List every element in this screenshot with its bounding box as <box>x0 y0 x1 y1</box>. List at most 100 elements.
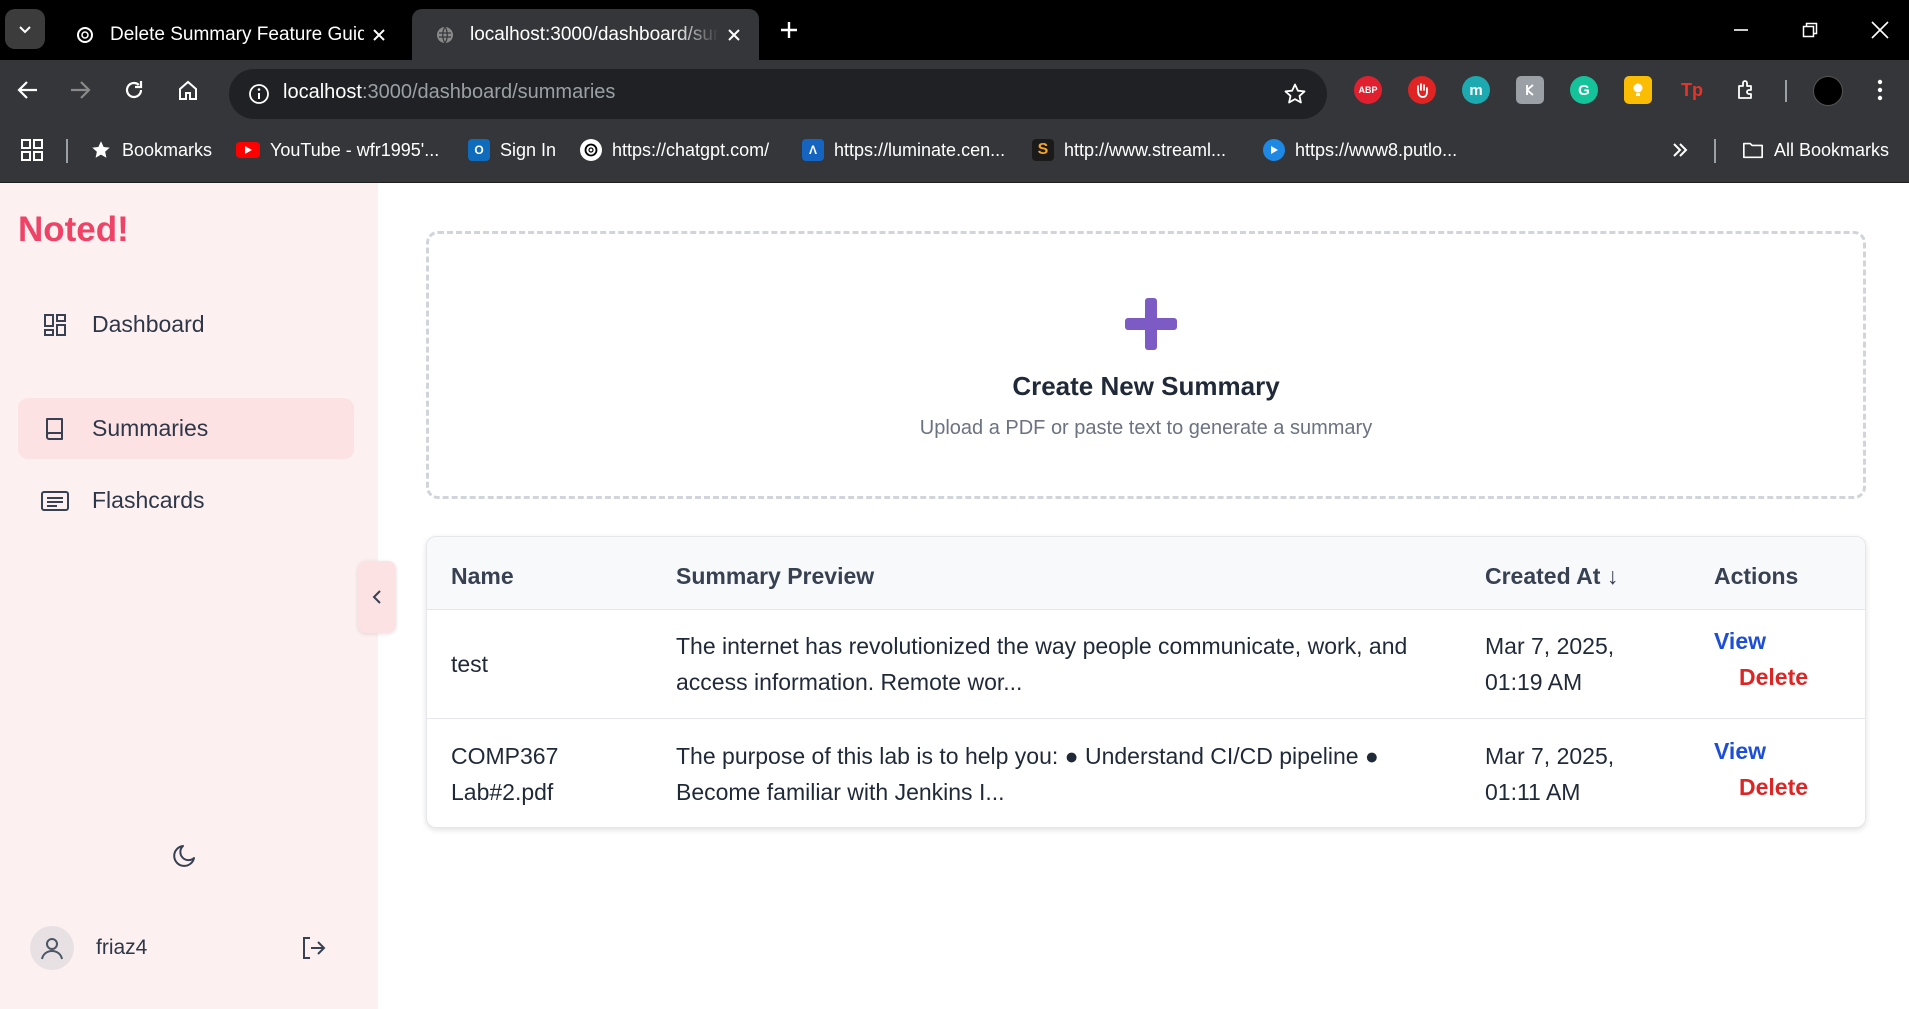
tab-title: Delete Summary Feature Guide <box>110 23 364 45</box>
arrow-left-icon <box>17 81 37 99</box>
close-icon <box>1871 21 1889 39</box>
minimize-icon <box>1734 29 1748 31</box>
restore-button[interactable] <box>1790 12 1830 48</box>
tab-search-button[interactable] <box>5 9 45 49</box>
restore-icon <box>1802 22 1818 38</box>
summary-created-at: Mar 7, 2025, 01:11 AM <box>1485 743 1615 805</box>
bookmarks-bar: Bookmarks YouTube - wfr1995'... O Sign I… <box>0 120 1909 183</box>
address-bar[interactable]: localhost:3000/dashboard/summaries <box>229 69 1327 119</box>
extensions-puzzle-icon[interactable] <box>1733 76 1761 104</box>
home-button[interactable] <box>168 70 208 110</box>
tp-extension-icon[interactable]: Tp <box>1678 76 1706 104</box>
create-summary-title: Create New Summary <box>1012 371 1280 401</box>
avatar[interactable] <box>30 926 74 970</box>
summary-preview: The purpose of this lab is to help you: … <box>676 743 1379 805</box>
close-window-button[interactable] <box>1860 12 1900 48</box>
sidebar-item-summaries[interactable]: Summaries <box>18 398 354 459</box>
moon-icon <box>173 845 195 867</box>
table-header: Name Summary Preview Created At ↓ Action… <box>427 537 1865 610</box>
close-tab-icon[interactable] <box>364 20 394 50</box>
brand-logo[interactable]: Noted! <box>18 210 129 250</box>
delete-button[interactable]: Delete <box>1739 664 1808 691</box>
chatgpt-icon <box>580 139 602 161</box>
home-icon <box>179 80 197 100</box>
double-chevron-right-icon <box>1673 143 1688 157</box>
luminate-icon: Λ <box>802 139 824 161</box>
bookmark-item[interactable]: Bookmarks <box>90 134 212 166</box>
sidebar-item-flashcards[interactable]: Flashcards <box>18 470 354 531</box>
adblock-plus-icon[interactable]: ABP <box>1354 76 1382 104</box>
browser-toolbar: localhost:3000/dashboard/summaries ABP m… <box>0 60 1909 120</box>
all-bookmarks-button[interactable]: All Bookmarks <box>1742 134 1889 166</box>
m-extension-icon[interactable]: m <box>1462 76 1490 104</box>
browser-menu-icon[interactable] <box>1866 76 1894 104</box>
globe-icon <box>434 24 456 46</box>
browser-tab[interactable]: Delete Summary Feature Guide <box>52 9 404 60</box>
keep-icon[interactable] <box>1624 76 1652 104</box>
summary-name: COMP367 Lab#2.pdf <box>451 743 559 805</box>
minimize-button[interactable] <box>1721 12 1761 48</box>
summary-name: test <box>451 651 489 677</box>
stop-hand-icon[interactable] <box>1408 76 1436 104</box>
browser-tab-strip: Delete Summary Feature Guide localhost:3… <box>0 0 1909 60</box>
grammarly-icon[interactable]: G <box>1570 76 1598 104</box>
column-header-preview[interactable]: Summary Preview <box>676 563 874 590</box>
sidebar-item-dashboard[interactable]: Dashboard <box>18 294 354 355</box>
logout-icon <box>303 937 326 959</box>
forward-button[interactable] <box>60 70 100 110</box>
create-summary-subtitle: Upload a PDF or paste text to generate a… <box>919 417 1373 439</box>
bookmark-item[interactable]: S http://www.streaml... <box>1032 134 1226 166</box>
site-info-icon[interactable] <box>243 78 275 110</box>
delete-button[interactable]: Delete <box>1739 774 1808 801</box>
sidebar: Noted! Dashboard Summaries Flashcards fr… <box>0 183 378 1009</box>
all-bookmarks-label: All Bookmarks <box>1774 139 1890 160</box>
column-header-name[interactable]: Name <box>451 563 514 590</box>
bookmark-item[interactable]: https://chatgpt.com/ <box>580 134 769 166</box>
apps-button[interactable] <box>20 134 44 166</box>
flashcards-icon <box>40 486 70 516</box>
view-button[interactable]: View <box>1714 738 1766 765</box>
back-button[interactable] <box>8 70 48 110</box>
tab-title: localhost:3000/dashboard/summaries <box>470 23 719 45</box>
plus-icon <box>1125 298 1177 350</box>
username: friaz4 <box>96 936 148 959</box>
streamlabs-icon: S <box>1032 139 1054 161</box>
toolbar-separator <box>1785 80 1787 102</box>
sidebar-item-label: Flashcards <box>92 487 205 513</box>
bookmark-label: Bookmarks <box>122 139 213 160</box>
putlocker-icon <box>1263 139 1285 161</box>
user-icon <box>41 938 63 960</box>
bookmark-item[interactable]: Λ https://luminate.cen... <box>802 134 1005 166</box>
reload-button[interactable] <box>114 70 154 110</box>
view-button[interactable]: View <box>1714 628 1766 655</box>
logout-button[interactable] <box>296 931 330 965</box>
bookmark-label: https://luminate.cen... <box>834 139 1006 160</box>
new-tab-button[interactable] <box>772 13 806 47</box>
table-row: test The internet has revolutionized the… <box>427 610 1865 719</box>
bookmarks-separator <box>1714 139 1716 163</box>
create-summary-dropzone[interactable]: Create New Summary Upload a PDF or paste… <box>426 231 1866 499</box>
arrow-right-icon <box>71 81 91 99</box>
outlook-icon: O <box>468 139 490 161</box>
summaries-table: Name Summary Preview Created At ↓ Action… <box>426 536 1866 828</box>
theme-toggle-button[interactable] <box>168 837 204 873</box>
bookmark-label: Sign In <box>500 139 557 160</box>
reload-icon <box>125 81 143 99</box>
collapse-sidebar-button[interactable] <box>358 561 396 633</box>
folder-icon <box>1742 139 1764 161</box>
apps-grid-icon <box>21 139 43 161</box>
more-bookmarks-button[interactable] <box>1670 134 1690 166</box>
bookmark-item[interactable]: https://www8.putlo... <box>1263 134 1457 166</box>
bookmark-item[interactable]: YouTube - wfr1995'... <box>236 134 439 166</box>
close-tab-icon[interactable] <box>719 20 749 50</box>
column-header-created-at[interactable]: Created At ↓ <box>1485 563 1618 590</box>
summary-created-at: Mar 7, 2025, 01:19 AM <box>1485 633 1615 695</box>
browser-tab-active[interactable]: localhost:3000/dashboard/summaries <box>412 9 759 60</box>
profile-avatar[interactable] <box>1813 76 1843 106</box>
chatgpt-icon <box>74 24 96 46</box>
grey-extension-icon[interactable] <box>1516 76 1544 104</box>
star-icon <box>90 139 112 161</box>
chevron-down-icon <box>19 26 31 34</box>
bookmark-star-icon[interactable] <box>1281 80 1309 108</box>
bookmark-item[interactable]: O Sign In <box>468 134 556 166</box>
